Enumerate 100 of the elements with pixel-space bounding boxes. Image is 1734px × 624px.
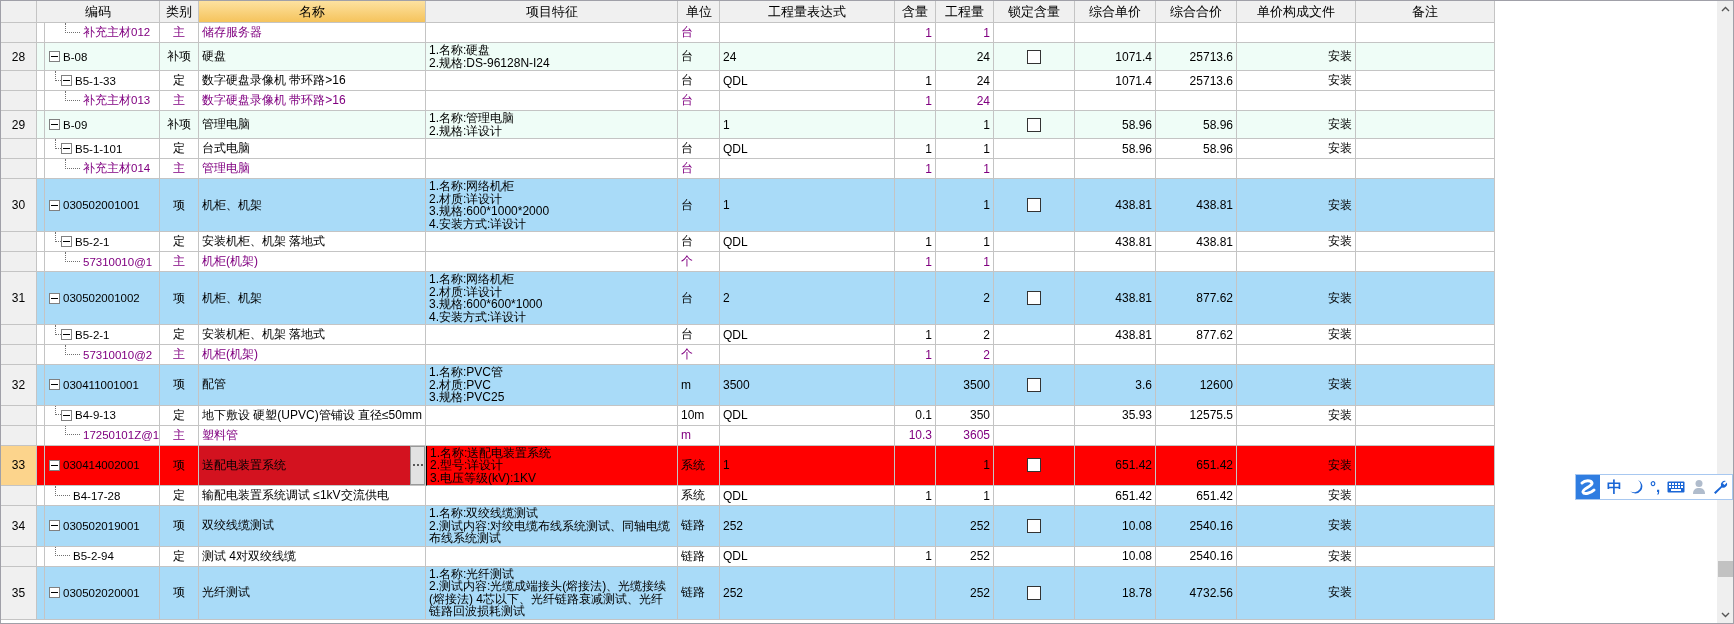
table-row[interactable]: B5-1-101 定 台式电脑 台 QDL 1 1 58.96 58.96 安装 xyxy=(1,139,1495,159)
table-row[interactable]: 57310010@2 主 机柜(机架) 个 1 2 xyxy=(1,345,1495,365)
feature-line: 1.名称:双绞线缆测试 xyxy=(429,507,539,520)
wrench-icon[interactable] xyxy=(1713,479,1729,495)
collapse-icon[interactable] xyxy=(61,236,72,247)
column-header[interactable]: 锁定含量 xyxy=(994,1,1075,23)
table-row[interactable]: 补充主材013 主 数字硬盘录像机 带环路>16 台 1 24 xyxy=(1,91,1495,111)
collapse-icon[interactable] xyxy=(49,119,60,130)
row-header[interactable]: 29 xyxy=(1,111,37,139)
row-header[interactable]: 32 xyxy=(1,365,37,406)
unit-text: 台 xyxy=(681,196,693,214)
row-header[interactable]: 35 xyxy=(1,566,37,620)
column-header[interactable]: 类别 xyxy=(160,1,199,23)
table-row[interactable]: 30 030502001001 项 机柜、机架 1.名称:网络机柜 2.材质:详设计 3.规格:600*1000*2000 4.安装方式:详设计 台 1 1 438.81 438.81 安装 xyxy=(1,179,1495,232)
item-code: B4-17-28 xyxy=(73,489,121,502)
tree-line xyxy=(65,425,80,435)
unit-text: 个 xyxy=(681,346,693,363)
unit-text: 链路 xyxy=(681,517,705,535)
column-header[interactable]: 综合单价 xyxy=(1075,1,1156,23)
total-price: 438.81 xyxy=(1196,198,1233,212)
table-row[interactable]: 29 B-09 补项 管理电脑 1.名称:管理电脑 2.规格:详设计 1 1 58.96 58.96 安装 xyxy=(1,111,1495,139)
lock-checkbox[interactable] xyxy=(1027,518,1041,533)
table-row[interactable]: 33 030414002001 项 送配电装置系统 ⋯ 1.名称:送配电装置系统 2.型号:详设计 3.电压等级(kV):1KV 系统 1 1 651.42 651.42 安装 xyxy=(1,445,1495,486)
table-row[interactable]: 17250101Z@1 主 塑料管 m 10.3 3605 xyxy=(1,425,1495,446)
table-row[interactable]: B4-9-13 定 地下敷设 硬塑(UPVC)管铺设 直径≤50mm 10m QDL 0.1 350 35.93 12575.5 安装 xyxy=(1,405,1495,426)
column-header[interactable]: 编码 xyxy=(37,1,160,23)
input-mode[interactable]: 中 xyxy=(1607,479,1622,495)
item-name: 储存服务器 xyxy=(202,24,262,41)
ellipsis-button[interactable]: ⋯ xyxy=(410,445,425,485)
lock-checkbox[interactable] xyxy=(1027,198,1041,212)
table-row[interactable]: 31 030502001002 项 机柜、机架 1.名称:网络机柜 2.材质:详设计 3.规格:600*600*1000 4.安装方式:详设计 台 2 2 438.81 877.62 安装 xyxy=(1,272,1495,325)
table-row[interactable]: 32 030411001001 项 配管 1.名称:PVC管 2.材质:PVC 3.规格:PVC25 m 3500 3500 3.6 12600 安装 xyxy=(1,365,1495,406)
quantity-value: 1 xyxy=(983,234,990,249)
quantity-value: 252 xyxy=(969,549,990,563)
table-row[interactable]: 补充主材014 主 管理电脑 台 1 1 xyxy=(1,159,1495,179)
item-category: 项 xyxy=(173,196,185,214)
table-row[interactable]: B5-2-1 定 安装机柜、机架 落地式 台 QDL 1 1 438.81 438.81 安装 xyxy=(1,232,1495,252)
row-header-corner xyxy=(1,1,37,23)
active-cell[interactable]: 送配电装置系统 ⋯ xyxy=(199,445,426,486)
lock-checkbox[interactable] xyxy=(1027,458,1041,473)
item-code: B4-9-13 xyxy=(75,409,116,421)
unit-text: 台 xyxy=(681,160,693,177)
collapse-icon[interactable] xyxy=(49,379,60,391)
row-header[interactable]: 31 xyxy=(1,272,37,325)
expression-text: 24 xyxy=(723,49,737,64)
table-row[interactable]: B5-2-94 定 测试 4对双绞线缆 链路 QDL 1 252 10.08 2540.16 安装 xyxy=(1,546,1495,567)
item-name: 硬盘 xyxy=(202,48,226,65)
feature-line: 4.安装方式:详设计 xyxy=(429,310,527,323)
lock-checkbox[interactable] xyxy=(1027,117,1041,132)
collapse-icon[interactable] xyxy=(61,409,72,421)
punctuation-mode[interactable]: °, xyxy=(1650,479,1661,495)
collapse-icon[interactable] xyxy=(61,329,72,340)
column-header[interactable]: 单位 xyxy=(678,1,720,23)
row-header[interactable]: 28 xyxy=(1,43,37,71)
moon-icon[interactable] xyxy=(1629,479,1643,495)
table-row[interactable]: B4-17-28 定 输配电装置系统调试 ≤1kV交流供电 系统 QDL 1 1 651.42 651.42 安装 xyxy=(1,486,1495,506)
collapse-icon[interactable] xyxy=(49,459,60,471)
column-header[interactable]: 备注 xyxy=(1356,1,1495,23)
column-header[interactable]: 工程量表达式 xyxy=(720,1,895,23)
item-name: 数字硬盘录像机 带环路>16 xyxy=(202,92,346,109)
lock-checkbox[interactable] xyxy=(1027,377,1041,392)
item-name: 送配电装置系统 xyxy=(202,456,286,474)
row-header[interactable]: 34 xyxy=(1,506,37,547)
collapse-icon[interactable] xyxy=(61,143,72,154)
collapse-icon[interactable] xyxy=(49,292,60,304)
column-header[interactable]: 单价构成文件 xyxy=(1237,1,1356,23)
table-row[interactable]: 34 030502019001 项 双绞线缆测试 1.名称:双绞线缆测试 2.测试内容:对绞电缆布线系统测试、同轴电缆布线系统测试 链路 252 252 10.08 2540.16 安装 xyxy=(1,506,1495,547)
table-row[interactable]: 28 B-08 补项 硬盘 1.名称:硬盘 2.规格:DS-96128N-I24 台 24 24 1071.4 25713.6 安装 xyxy=(1,43,1495,71)
collapse-icon[interactable] xyxy=(49,51,60,62)
lock-checkbox[interactable] xyxy=(1027,49,1041,64)
keyboard-icon[interactable] xyxy=(1667,481,1686,493)
column-header[interactable]: 项目特征 xyxy=(426,1,678,23)
collapse-icon[interactable] xyxy=(49,587,60,598)
item-category: 主 xyxy=(173,92,185,109)
lock-checkbox[interactable] xyxy=(1027,291,1041,305)
feature-line: 4.安装方式:详设计 xyxy=(429,217,527,230)
collapse-icon[interactable] xyxy=(61,75,72,86)
collapse-icon[interactable] xyxy=(49,520,60,532)
table-row[interactable]: 57310010@1 主 机柜(机架) 个 1 1 xyxy=(1,252,1495,272)
item-code: 030414002001 xyxy=(63,459,140,472)
price-file: 安装 xyxy=(1328,289,1352,307)
column-header[interactable]: 名称 xyxy=(199,1,426,23)
lock-checkbox[interactable] xyxy=(1027,585,1041,600)
table-row[interactable]: B5-2-1 定 安装机柜、机架 落地式 台 QDL 1 2 438.81 877.62 安装 xyxy=(1,325,1495,345)
feature-line: 1.名称:管理电脑 xyxy=(429,112,515,125)
column-header[interactable]: 含量 xyxy=(895,1,936,23)
scroll-thumb[interactable] xyxy=(1717,561,1733,577)
table-row[interactable]: B5-1-33 定 数字硬盘录像机 带环路>16 台 QDL 1 24 1071.4 25713.6 安装 xyxy=(1,71,1495,91)
item-category: 定 xyxy=(173,406,185,424)
table-row[interactable]: 补充主材012 主 储存服务器 台 1 1 xyxy=(1,23,1495,43)
total-price: 651.42 xyxy=(1196,458,1233,473)
table-row[interactable]: 35 030502020001 项 光纤测试 1.名称:光纤测试 2.测试内容:光缆成端接头(熔接法)、光缆接续(熔接法) 4芯以下、光纤链路衰减测试、光纤链路回波损耗测试 链路 252 252 18.78 4732.56 安装 xyxy=(1,566,1495,620)
collapse-icon[interactable] xyxy=(49,199,60,211)
column-header[interactable]: 综合合价 xyxy=(1156,1,1237,23)
column-header[interactable]: 工程量 xyxy=(936,1,994,23)
item-code: 补充主材013 xyxy=(83,93,151,108)
row-header[interactable]: 30 xyxy=(1,179,37,232)
total-price: 58.96 xyxy=(1202,141,1233,156)
scrollbar[interactable] xyxy=(1717,1,1733,623)
row-header[interactable]: 33 xyxy=(1,445,37,486)
